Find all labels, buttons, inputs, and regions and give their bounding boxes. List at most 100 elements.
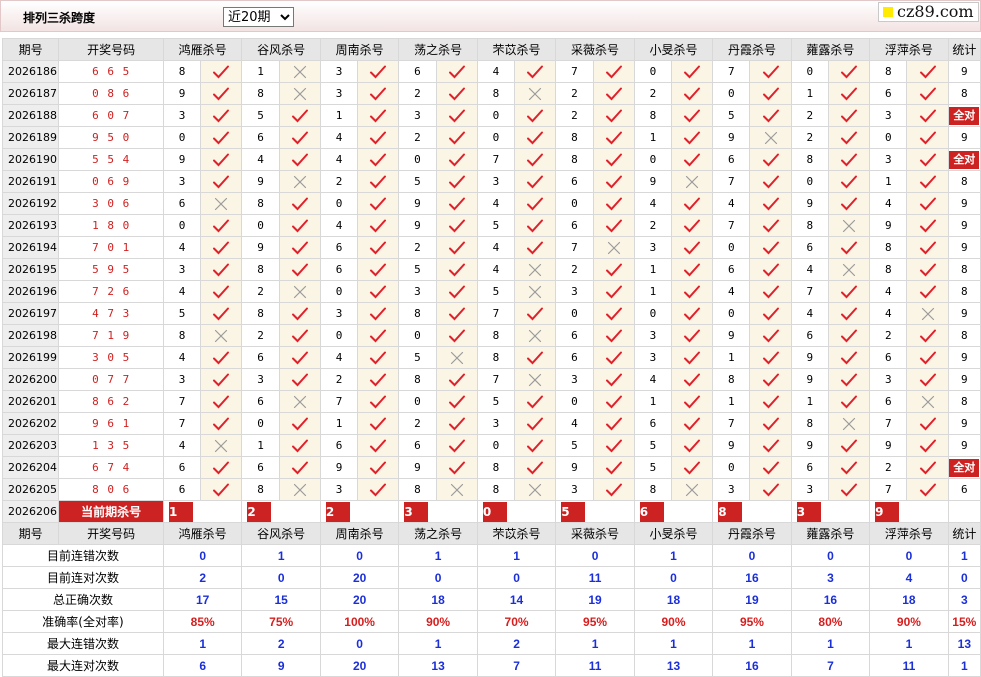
check-icon [605, 285, 622, 298]
column-header: 统计 [947, 38, 981, 61]
result-mark [200, 214, 243, 237]
cross-icon [293, 87, 306, 100]
check-icon [448, 109, 465, 122]
table-row: 2026202 9 6 170123467879 [1, 412, 981, 435]
kill-digit: 9 [162, 148, 202, 171]
check-icon [213, 241, 230, 254]
issue-number: 2026204 [1, 456, 60, 479]
row-count: 9 [947, 236, 981, 259]
issue-number: 2026188 [1, 104, 60, 127]
site-logo[interactable]: cz89.com [878, 2, 979, 22]
stat-value: 18 [398, 588, 478, 611]
kill-digit: 1 [241, 434, 280, 457]
check-icon [684, 461, 701, 474]
check-icon [370, 351, 387, 364]
check-icon [841, 329, 858, 342]
cross-icon [921, 395, 934, 408]
check-icon [370, 395, 387, 408]
result-mark [592, 214, 635, 237]
result-mark [592, 192, 635, 215]
current-kill-cell: 0 [476, 500, 557, 523]
check-icon [919, 351, 936, 364]
kill-digit: 6 [162, 478, 202, 501]
check-icon [762, 461, 779, 474]
stat-value: 11 [869, 654, 949, 677]
kill-digit: 4 [319, 214, 359, 237]
kill-digit: 7 [712, 214, 751, 237]
current-kill-cell: 2 [319, 500, 400, 523]
kill-digit: 5 [162, 302, 202, 325]
kill-digit: 4 [476, 258, 516, 281]
result-mark [278, 170, 321, 193]
result-mark [278, 368, 321, 391]
result-mark [514, 324, 557, 347]
result-mark [906, 258, 949, 281]
result-mark [670, 324, 714, 347]
check-icon [448, 87, 465, 100]
column-header: 浮萍杀号 [869, 38, 949, 61]
result-mark [670, 236, 714, 259]
logo-square-icon [883, 7, 893, 17]
check-icon [448, 153, 465, 166]
stat-value: 18 [869, 588, 949, 611]
check-icon [291, 307, 308, 320]
draw-number: 6 6 5 [58, 60, 164, 83]
check-icon [605, 87, 622, 100]
column-header: 鸿雁杀号 [162, 38, 243, 61]
result-mark [827, 478, 871, 501]
result-mark [278, 60, 321, 83]
column-header: 开奖号码 [58, 522, 164, 545]
current-kill-digit: 2 [325, 501, 350, 522]
check-icon [684, 263, 701, 276]
column-header: 荡之杀号 [398, 522, 478, 545]
issue-number: 2026201 [1, 390, 60, 413]
check-icon [919, 483, 936, 496]
result-mark [749, 390, 792, 413]
result-mark [200, 324, 243, 347]
check-icon [762, 109, 779, 122]
result-mark [514, 456, 557, 479]
result-mark [435, 412, 478, 435]
check-icon [762, 439, 779, 452]
check-icon [605, 65, 622, 78]
stat-label: 最大连错次数 [2, 632, 164, 655]
check-icon [605, 351, 622, 364]
kill-digit: 8 [712, 368, 751, 391]
kill-digit: 4 [633, 192, 672, 215]
kill-digit: 8 [555, 126, 594, 149]
check-icon [213, 109, 230, 122]
check-icon [762, 65, 779, 78]
result-mark [592, 412, 635, 435]
kill-digit: 5 [241, 104, 280, 127]
period-select[interactable]: 近20期 [223, 7, 294, 27]
table-row: 2026204 6 7 4 6 6 9 9 8 9 5 0 6 2 全对 [1, 456, 981, 479]
cross-icon [686, 483, 699, 496]
kill-digit: 0 [633, 302, 672, 325]
column-header: 周南杀号 [319, 38, 400, 61]
result-mark [357, 478, 400, 501]
row-count: 9 [947, 214, 981, 237]
result-mark [514, 60, 557, 83]
result-mark [827, 412, 871, 435]
result-mark [906, 302, 949, 325]
kill-digit: 5 [476, 214, 516, 237]
result-mark [670, 478, 714, 501]
kill-digit: 7 [476, 302, 516, 325]
check-icon [841, 373, 858, 386]
count-value: 9 [961, 131, 968, 144]
kill-digit: 8 [398, 368, 437, 391]
issue-number: 2026195 [1, 258, 60, 281]
kill-digit: 1 [790, 390, 829, 413]
kill-digit: 4 [162, 434, 202, 457]
result-mark [278, 390, 321, 413]
kill-digit: 4 [633, 368, 672, 391]
kill-digit: 0 [319, 280, 359, 303]
check-icon [527, 241, 544, 254]
kill-digit: 8 [790, 214, 829, 237]
result-mark [435, 258, 478, 281]
kill-digit: 2 [869, 456, 908, 479]
current-kill-digit: 1 [168, 501, 193, 522]
stat-value: 18 [633, 588, 714, 611]
kill-digit: 0 [712, 456, 751, 479]
result-mark [278, 148, 321, 171]
